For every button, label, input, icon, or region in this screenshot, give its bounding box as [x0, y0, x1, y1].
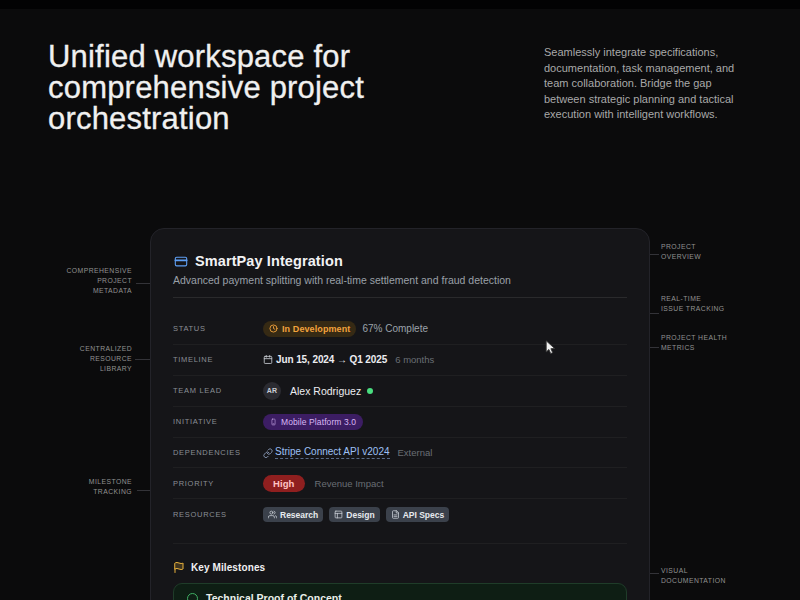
- annotation-milestone-tracking: MILESTONETRACKING: [54, 477, 132, 497]
- initiative-label: INITIATIVE: [173, 417, 263, 426]
- project-card: SmartPay Integration Advanced payment sp…: [150, 228, 650, 600]
- annotation-project-health-metrics: PROJECT HEALTHMETRICS: [661, 333, 743, 353]
- annotation-visual-documentation: VISUALDOCUMENTATION: [661, 566, 743, 586]
- milestones-header: Key Milestones: [191, 562, 265, 573]
- dependencies-row: DEPENDENCIES Stripe Connect API v2024 Ex…: [173, 438, 627, 469]
- layout-icon: [334, 510, 343, 519]
- priority-row: PRIORITY High Revenue Impact: [173, 468, 627, 499]
- dependency-type: External: [398, 447, 433, 458]
- resources-label: RESOURCES: [173, 510, 263, 519]
- status-label: STATUS: [173, 324, 263, 333]
- annotation-centralized-resource-library: CENTRALIZEDRESOURCELIBRARY: [54, 344, 132, 374]
- annotation-project-overview: PROJECTOVERVIEW: [661, 242, 743, 262]
- users-icon: [268, 510, 277, 519]
- link-icon: [263, 448, 273, 458]
- milestone-status-icon: [187, 593, 198, 600]
- online-status-dot: [367, 388, 373, 394]
- team-lead-row: TEAM LEAD AR Alex Rodriguez: [173, 376, 627, 407]
- status-progress: 67% Complete: [362, 323, 428, 334]
- clock-icon: [269, 324, 278, 333]
- team-lead-name: Alex Rodriguez: [290, 385, 361, 397]
- page-title: Unified workspace for comprehensive proj…: [48, 41, 364, 134]
- top-strip: [0, 0, 800, 9]
- research-button[interactable]: Research: [263, 507, 323, 522]
- timeline-row: TIMELINE Jun 15, 2024 → Q1 2025 6 months: [173, 345, 627, 376]
- annotation-comprehensive-project-metadata: COMPREHENSIVEPROJECTMETADATA: [54, 266, 132, 296]
- avatar: AR: [263, 382, 281, 400]
- file-text-icon: [391, 510, 400, 519]
- annotation-real-time-issue-tracking: REAL-TIMEISSUE TRACKING: [661, 294, 743, 314]
- connector-line: [135, 359, 150, 360]
- status-badge[interactable]: In Development: [263, 321, 356, 337]
- initiative-row: INITIATIVE Mobile Platform 3.0: [173, 407, 627, 438]
- calendar-icon: [263, 354, 273, 365]
- timeline-duration: 6 months: [395, 354, 434, 365]
- flag-icon: [173, 561, 185, 574]
- intro-paragraph: Seamlessly integrate specifications, doc…: [544, 45, 744, 123]
- status-row: STATUS In Development 67% Complete: [173, 314, 627, 345]
- milestone-title: Technical Proof of Concept: [206, 592, 342, 600]
- priority-note: Revenue Impact: [315, 478, 384, 489]
- api-specs-button[interactable]: API Specs: [386, 507, 450, 522]
- credit-card-icon: [173, 255, 189, 268]
- team-lead-label: TEAM LEAD: [173, 386, 263, 395]
- dependencies-label: DEPENDENCIES: [173, 448, 263, 457]
- timeline-label: TIMELINE: [173, 355, 263, 364]
- priority-label: PRIORITY: [173, 479, 263, 488]
- priority-badge[interactable]: High: [263, 475, 305, 492]
- project-subtitle: Advanced payment splitting with real-tim…: [173, 274, 627, 286]
- mouse-cursor: [545, 340, 556, 356]
- smartphone-icon: [270, 417, 277, 427]
- timeline-value: Jun 15, 2024 → Q1 2025: [276, 354, 387, 365]
- connector-line: [136, 283, 150, 284]
- dependency-link[interactable]: Stripe Connect API v2024: [275, 446, 390, 459]
- connector-line: [137, 490, 150, 491]
- milestone-item[interactable]: Technical Proof of Concept: [173, 583, 627, 600]
- divider: [173, 297, 627, 298]
- design-button[interactable]: Design: [329, 507, 379, 522]
- initiative-badge[interactable]: Mobile Platform 3.0: [263, 414, 363, 430]
- project-title: SmartPay Integration: [195, 253, 343, 269]
- resources-row: RESOURCES Research Design API Specs: [173, 499, 627, 530]
